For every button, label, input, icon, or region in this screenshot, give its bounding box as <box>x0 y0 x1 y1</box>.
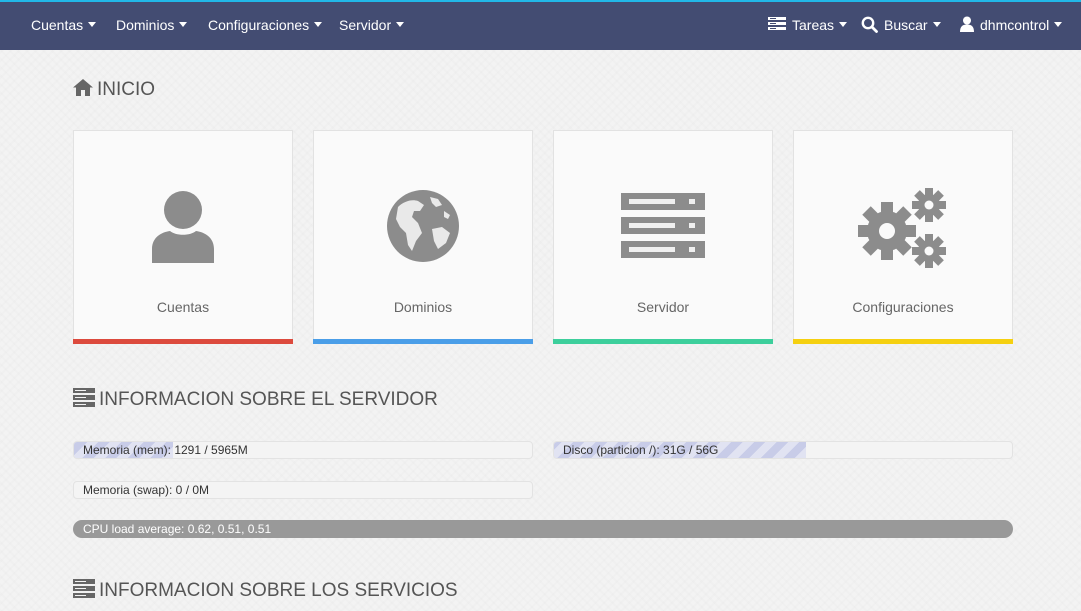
caret-down-icon <box>179 21 188 27</box>
globe-icon <box>387 190 459 262</box>
server-info-title-text: INFORMACION SOBRE EL SERVIDOR <box>99 389 438 410</box>
gears-icon <box>858 188 946 268</box>
card-configuraciones[interactable]: Configuraciones <box>793 130 1013 344</box>
nav-servidor-label: Servidor <box>339 17 392 33</box>
disk-progress: Disco (particion /): 31G / 56G <box>553 441 1013 459</box>
card-cuentas[interactable]: Cuentas <box>73 130 293 344</box>
swap-progress-label: Memoria (swap): 0 / 0M <box>83 483 210 497</box>
nav-servidor-menu[interactable]: Servidor <box>339 2 405 50</box>
services-info-title: INFORMACION SOBRE LOS SERVICIOS <box>73 579 458 602</box>
nav-cuentas-menu[interactable]: Cuentas <box>31 2 97 50</box>
server-info-title: INFORMACION SOBRE EL SERVIDOR <box>73 388 438 411</box>
home-icon <box>73 79 93 97</box>
card-servidor[interactable]: Servidor <box>553 130 773 344</box>
card-cuentas-accent-bar <box>73 339 293 344</box>
nav-tareas-menu[interactable]: Tareas <box>768 2 848 50</box>
server-icon <box>73 579 95 599</box>
card-icon-wrap <box>794 188 1012 271</box>
card-configuraciones-accent-bar <box>793 339 1013 344</box>
nav-configuraciones-label: Configuraciones <box>208 17 310 33</box>
card-dominios-label: Dominios <box>393 299 453 315</box>
caret-down-icon <box>88 21 97 27</box>
nav-user-label: dhmcontrol <box>980 17 1050 33</box>
cpu-load-bar: CPU load average: 0.62, 0.51, 0.51 <box>73 520 1013 538</box>
disk-progress-label: Disco (particion /): 31G / 56G <box>563 443 719 457</box>
swap-progress: Memoria (swap): 0 / 0M <box>73 481 533 499</box>
caret-down-icon <box>314 21 323 27</box>
user-icon <box>960 16 974 33</box>
nav-cuentas-label: Cuentas <box>31 17 84 33</box>
top-navbar: Cuentas Dominios Configuraciones Servido… <box>0 0 1081 50</box>
caret-down-icon <box>839 21 848 27</box>
nav-user-menu[interactable]: dhmcontrol <box>960 2 1063 50</box>
user-icon <box>152 191 214 263</box>
server-icon <box>621 193 705 258</box>
memory-progress: Memoria (mem): 1291 / 5965M <box>73 441 533 459</box>
nav-tareas-label: Tareas <box>792 17 835 33</box>
home-title: INICIO <box>73 79 155 101</box>
card-icon-wrap <box>74 189 292 271</box>
card-configuraciones-label: Configuraciones <box>852 299 954 315</box>
services-info-title-text: INFORMACION SOBRE LOS SERVICIOS <box>99 580 458 601</box>
nav-buscar-menu[interactable]: Buscar <box>861 2 941 50</box>
nav-dominios-label: Dominios <box>116 17 175 33</box>
caret-down-icon <box>932 21 941 27</box>
card-cuentas-label: Cuentas <box>156 299 210 315</box>
card-icon-wrap <box>554 189 772 271</box>
caret-down-icon <box>1054 21 1063 27</box>
cpu-load-label: CPU load average: 0.62, 0.51, 0.51 <box>83 522 272 536</box>
card-icon-wrap <box>314 189 532 271</box>
nav-dominios-menu[interactable]: Dominios <box>116 2 188 50</box>
nav-configuraciones-menu[interactable]: Configuraciones <box>208 2 323 50</box>
tasks-icon <box>768 17 786 31</box>
search-icon <box>861 16 878 33</box>
card-servidor-label: Servidor <box>636 299 690 315</box>
card-dominios-accent-bar <box>313 339 533 344</box>
card-servidor-accent-bar <box>553 339 773 344</box>
memory-progress-label: Memoria (mem): 1291 / 5965M <box>83 443 248 457</box>
caret-down-icon <box>396 21 405 27</box>
card-dominios[interactable]: Dominios <box>313 130 533 344</box>
nav-buscar-label: Buscar <box>884 17 928 33</box>
server-icon <box>73 388 95 408</box>
home-title-text: INICIO <box>97 79 156 100</box>
